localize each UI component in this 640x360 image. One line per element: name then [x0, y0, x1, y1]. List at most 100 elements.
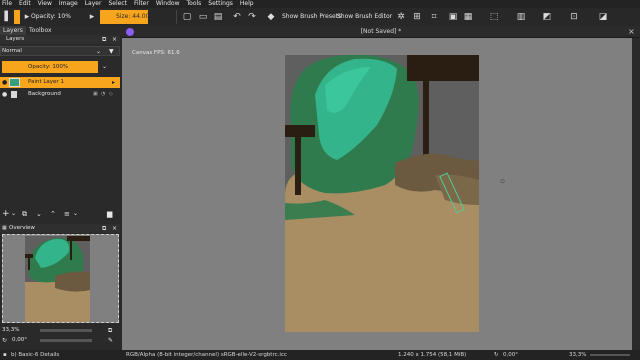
- new-document-icon[interactable]: ▢: [181, 11, 193, 23]
- tab-layers[interactable]: Layers: [0, 26, 26, 35]
- close-panel-icon[interactable]: ×: [112, 224, 117, 233]
- document-tab-bar: [Not Saved] * ×: [122, 26, 640, 38]
- visibility-eye-icon[interactable]: ●: [2, 77, 7, 88]
- move-layer-up-icon[interactable]: ⌃: [50, 208, 56, 220]
- redo-icon[interactable]: ↷: [246, 11, 258, 23]
- canvas-area[interactable]: Canvas FPS: 61.6 ⊙: [122, 38, 632, 350]
- rotation-slider[interactable]: [40, 339, 92, 342]
- filter-icon[interactable]: ▼: [109, 47, 114, 56]
- mirror-view-icon[interactable]: ⧉: [108, 326, 112, 335]
- layer-opacity-label: Opacity: 100%: [28, 64, 69, 70]
- status-zoom[interactable]: 33,3%: [569, 350, 586, 360]
- transform-icon[interactable]: ⌗: [428, 11, 440, 23]
- layout-icon[interactable]: ⊡: [568, 11, 580, 23]
- zoom-value[interactable]: 33,3%: [2, 326, 19, 335]
- delete-layer-icon[interactable]: ▆: [107, 208, 112, 220]
- menu-file[interactable]: File: [2, 0, 12, 8]
- menu-edit[interactable]: Edit: [19, 0, 31, 8]
- layer-actions-bar: + ⌄ ⧉ ⌄ ⌃ ≡ ⌄ ▆: [0, 208, 120, 220]
- status-bar: ▪ b) Basic-6 Details RGB/Alpha (8-bit in…: [0, 350, 640, 360]
- document-title[interactable]: [Not Saved] *: [122, 26, 640, 38]
- layer-row-background[interactable]: ● Background ▣ ◔ ◇: [0, 89, 120, 100]
- tool-options-bar: ▌ ▸ Opacity: 10% ▸ Size: 44.00 px ▢ ▭ ▤ …: [0, 8, 640, 26]
- pattern-icon[interactable]: ⬚: [488, 11, 500, 23]
- menu-view[interactable]: View: [38, 0, 52, 8]
- rotate-icon[interactable]: ↻: [2, 336, 7, 345]
- rotation-value[interactable]: 0,00°: [12, 336, 27, 345]
- show-brush-editor-button[interactable]: Show Brush Editor: [337, 13, 392, 20]
- canvas-only-icon[interactable]: ◪: [597, 11, 609, 23]
- tab-toolbox[interactable]: Toolbox: [26, 26, 55, 35]
- close-panel-icon[interactable]: ×: [112, 35, 117, 44]
- layer-properties-icon[interactable]: ≡: [64, 208, 70, 220]
- blend-mode-select[interactable]: Normal ⌄ ▼: [0, 46, 120, 56]
- brush-preset-icon[interactable]: ▪: [3, 350, 7, 360]
- status-brush-name[interactable]: b) Basic-6 Details: [11, 350, 59, 360]
- overview-title: Overview: [9, 225, 35, 231]
- status-rotation: 0,00°: [503, 352, 518, 358]
- overview-panel-header: ▦ Overview ⧉ ×: [0, 224, 120, 233]
- move-layer-down-icon[interactable]: ⌄: [36, 208, 42, 220]
- palette-icon[interactable]: ◩: [541, 11, 553, 23]
- menu-window[interactable]: Window: [156, 0, 180, 8]
- status-rotation-icon: ↻: [494, 352, 499, 358]
- undo-icon[interactable]: ↶: [231, 11, 243, 23]
- float-panel-icon[interactable]: ⧉: [102, 224, 106, 233]
- menu-select[interactable]: Select: [108, 0, 127, 8]
- expand-layer-icon[interactable]: ▸: [112, 77, 115, 88]
- layer-name[interactable]: Paint Layer 1: [28, 77, 64, 88]
- layer-name[interactable]: Background: [28, 89, 61, 100]
- status-color-info: RGB/Alpha (8-bit integer/channel) sRGB-e…: [126, 352, 287, 358]
- chevron-down-icon: ⌄: [96, 48, 102, 55]
- layers-panel-header: Layers ⧉ ×: [0, 35, 120, 44]
- menu-tools[interactable]: Tools: [187, 0, 202, 8]
- brush-cursor-icon: ⊙: [500, 178, 506, 185]
- pin-icon[interactable]: ✎: [108, 336, 113, 345]
- save-icon[interactable]: ▤: [212, 11, 224, 23]
- properties-dropdown-icon[interactable]: ⌄: [73, 208, 78, 220]
- layer-thumbnail: [9, 78, 20, 87]
- menu-bar: File Edit View Image Layer Select Filter…: [0, 0, 640, 8]
- eraser-icon[interactable]: ◆: [265, 11, 277, 23]
- overview-frame[interactable]: [2, 234, 119, 323]
- lock-icon[interactable]: ▣: [93, 89, 98, 100]
- menu-filter[interactable]: Filter: [134, 0, 149, 8]
- close-document-icon[interactable]: ×: [628, 26, 635, 38]
- inherit-alpha-icon[interactable]: ◇: [109, 89, 113, 100]
- add-layer-icon[interactable]: +: [2, 208, 10, 220]
- size-increase-icon[interactable]: ▸: [86, 11, 98, 23]
- gradient-icon[interactable]: ▥: [515, 11, 527, 23]
- add-layer-dropdown-icon[interactable]: ⌄: [11, 208, 16, 220]
- reference-image-icon[interactable]: ▣: [447, 11, 459, 23]
- zoom-slider[interactable]: [40, 329, 92, 332]
- float-panel-icon[interactable]: ⧉: [102, 35, 106, 44]
- menu-image[interactable]: Image: [59, 0, 78, 8]
- layers-panel-title: Layers: [6, 36, 25, 42]
- visibility-eye-icon[interactable]: ●: [2, 89, 7, 100]
- layer-row-paint-layer[interactable]: ● Paint Layer 1 ▸: [0, 77, 120, 88]
- overview-icon: ▦: [2, 225, 7, 231]
- layer-opacity-slider[interactable]: Opacity: 100%: [2, 61, 98, 73]
- wrap-around-icon[interactable]: ⊞: [411, 11, 423, 23]
- duplicate-layer-icon[interactable]: ⧉: [22, 208, 27, 220]
- workspace-icon[interactable]: ▦: [462, 11, 474, 23]
- status-dimensions: 1.240 x 1.754 (58,1 MiB): [398, 352, 467, 358]
- layer-thumbnail: [11, 91, 17, 98]
- open-document-icon[interactable]: ▭: [197, 11, 209, 23]
- mirror-tool-icon[interactable]: ✲: [395, 11, 407, 23]
- menu-layer[interactable]: Layer: [85, 0, 102, 8]
- brush-tool-icon[interactable]: ▌: [2, 11, 14, 23]
- opacity-label[interactable]: Opacity: 10%: [31, 13, 71, 20]
- status-zoom-slider[interactable]: [590, 354, 630, 356]
- canvas-vertical-scrollbar[interactable]: [632, 38, 640, 350]
- brush-color-swatch[interactable]: [14, 10, 20, 24]
- canvas-fps-label: Canvas FPS: 61.6: [132, 50, 180, 56]
- menu-help[interactable]: Help: [240, 0, 254, 8]
- menu-settings[interactable]: Settings: [208, 0, 233, 8]
- overview-thumbnail: [25, 236, 90, 322]
- opacity-spin-icon[interactable]: ⌄: [102, 63, 107, 70]
- overview-rotation-bar: ↻ 0,00° ✎: [0, 336, 120, 345]
- alpha-lock-icon[interactable]: ◔: [101, 89, 105, 100]
- show-brush-presets-button[interactable]: Show Brush Presets: [282, 13, 341, 20]
- painting-canvas[interactable]: [285, 55, 479, 332]
